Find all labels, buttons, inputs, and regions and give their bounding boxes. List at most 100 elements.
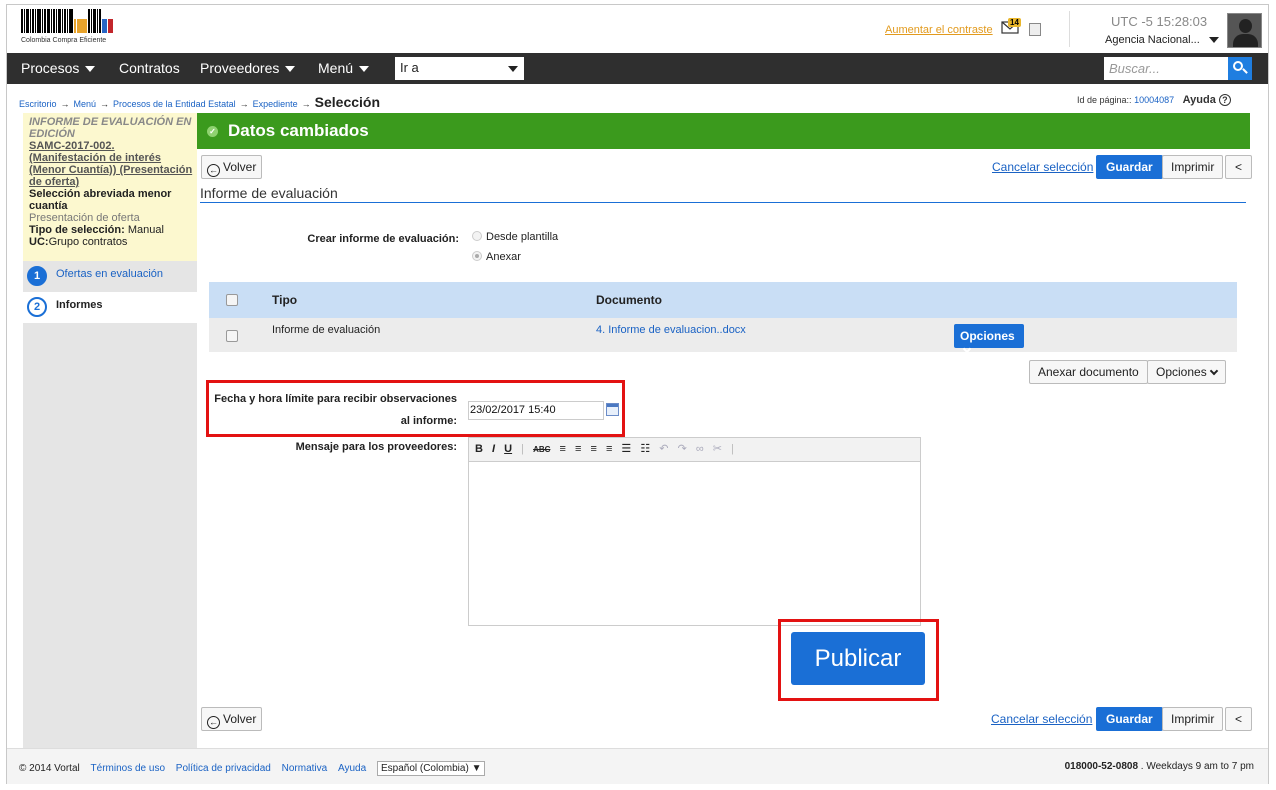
options-label: Opciones [1156, 365, 1207, 379]
options-button[interactable]: Opciones [1147, 360, 1226, 384]
support-hours: . Weekdays 9 am to 7 pm [1140, 761, 1254, 772]
selection-type-value: Manual [127, 224, 164, 236]
radio-attach[interactable]: Anexar [472, 251, 521, 263]
cancel-selection-link-bottom[interactable]: Cancelar selección [991, 712, 1092, 726]
help-icon: ? [1218, 94, 1231, 106]
bullet-list-icon[interactable]: ☰ [621, 442, 631, 455]
document-link[interactable]: 4. Informe de evaluacion..docx [596, 324, 746, 336]
print-button[interactable]: Imprimir [1162, 155, 1224, 179]
undo-icon[interactable]: ↶ [659, 442, 668, 455]
clock-time: 15:28:03 [1156, 14, 1208, 29]
footer-link-help[interactable]: Ayuda [338, 763, 366, 774]
radio-icon [472, 251, 482, 261]
row-options-button[interactable]: Opciones [954, 324, 1024, 354]
message-editor[interactable]: B I U | ABC ≡ ≡ ≡ ≡ ☰ ☷ ↶ ↷ ∞ ✂ | [468, 437, 921, 626]
cancel-selection-link[interactable]: Cancelar selección [992, 160, 1093, 174]
select-all-checkbox[interactable] [226, 294, 238, 306]
contrast-link[interactable]: Aumentar el contraste [885, 24, 993, 36]
back-button-bottom[interactable]: ← Volver [201, 707, 263, 731]
barcode-logo-icon [21, 9, 131, 33]
notes-icon[interactable] [1029, 23, 1041, 36]
deadline-label-cont: al informe: [400, 415, 457, 427]
separator: | [731, 443, 734, 455]
cell-tipo: Informe de evaluación [272, 324, 381, 336]
redo-icon[interactable]: ↷ [678, 442, 687, 455]
avatar[interactable] [1227, 13, 1262, 48]
step-ofertas[interactable]: 1 Ofertas en evaluación [23, 261, 197, 292]
language-select[interactable]: Español (Colombia) ▼ [376, 761, 486, 776]
process-link[interactable]: SAMC-2017-002. (Manifestación de interés… [29, 140, 193, 188]
link-icon[interactable]: ∞ [696, 443, 704, 455]
uc-value: Grupo contratos [48, 236, 128, 248]
align-center-icon[interactable]: ≡ [575, 443, 581, 455]
search-button[interactable] [1228, 57, 1252, 80]
table-header: Tipo Documento [209, 282, 1237, 318]
save-button-bottom[interactable]: Guardar [1096, 707, 1163, 731]
row-checkbox[interactable] [226, 330, 238, 342]
arrow-left-icon: ← [207, 164, 220, 177]
agency-name: Agencia Nacional... [1105, 34, 1200, 46]
goto-value: Ir a [400, 60, 419, 75]
logo[interactable]: Colombia Compra Eficiente [21, 9, 131, 47]
nav-contratos[interactable]: Contratos [119, 60, 180, 76]
footer-link-privacy[interactable]: Política de privacidad [176, 763, 271, 774]
help-link[interactable]: Ayuda? [1183, 94, 1231, 106]
clock: UTC -5 15:28:03 [1111, 14, 1207, 29]
top-header: Colombia Compra Eficiente Aumentar el co… [7, 5, 1268, 53]
unlink-icon[interactable]: ✂ [713, 442, 722, 455]
bold-icon[interactable]: B [475, 443, 483, 455]
deadline-date-input[interactable]: 23/02/2017 15:40 [468, 401, 604, 420]
back-button[interactable]: ← Volver [201, 155, 263, 179]
search-input[interactable]: Buscar... [1104, 57, 1228, 80]
section-title: Informe de evaluación [200, 185, 338, 201]
agency-selector[interactable]: Agencia Nacional... [1105, 34, 1219, 46]
breadcrumb-item[interactable]: Menú [74, 99, 97, 109]
italic-icon[interactable]: I [492, 443, 495, 455]
breadcrumb-current: Selección [314, 94, 381, 110]
support-phone: 018000-52-0808 [1064, 761, 1139, 772]
breadcrumb-item[interactable]: Procesos de la Entidad Estatal [113, 99, 236, 109]
page-id-label: Id de página:: [1077, 95, 1132, 105]
check-icon: ✓ [207, 126, 218, 138]
collapse-button-bottom[interactable]: < [1225, 707, 1253, 731]
align-left-icon[interactable]: ≡ [559, 443, 565, 455]
chevron-down-icon [1208, 37, 1219, 44]
column-header-tipo: Tipo [272, 293, 298, 307]
goto-select[interactable]: Ir a [395, 57, 524, 80]
uc-label: UC: [29, 236, 49, 248]
attach-document-button[interactable]: Anexar documento [1029, 360, 1148, 384]
align-justify-icon[interactable]: ≡ [606, 443, 612, 455]
underline-icon[interactable]: U [504, 443, 512, 455]
radio-template[interactable]: Desde plantilla [472, 231, 558, 243]
step-informes[interactable]: 2 Informes [23, 292, 197, 323]
chevron-down-icon [1209, 366, 1218, 376]
chevron-down-icon [359, 66, 370, 73]
chevron-down-icon [962, 344, 972, 354]
numbered-list-icon[interactable]: ☷ [640, 442, 650, 455]
nav-procesos[interactable]: Procesos [21, 60, 96, 76]
breadcrumb-item[interactable]: Expediente [253, 99, 298, 109]
table-row: Informe de evaluación 4. Informe de eval… [209, 318, 1237, 352]
nav-proveedores[interactable]: Proveedores [200, 60, 296, 76]
align-right-icon[interactable]: ≡ [590, 443, 596, 455]
chevron-down-icon [85, 66, 96, 73]
nav-menu[interactable]: Menú [318, 60, 370, 76]
strikethrough-icon[interactable]: ABC [533, 445, 550, 454]
save-button[interactable]: Guardar [1096, 155, 1163, 179]
message-label: Mensaje para los proveedores: [295, 441, 457, 453]
divider [1069, 11, 1070, 47]
main-nav: Procesos Contratos Proveedores Menú Ir a… [7, 53, 1268, 84]
print-button-bottom[interactable]: Imprimir [1162, 707, 1224, 731]
breadcrumb-item[interactable]: Escritorio [19, 99, 57, 109]
footer-link-terms[interactable]: Términos de uso [91, 763, 165, 774]
page-id: Id de página:: 10004087 Ayuda? [1077, 94, 1231, 106]
collapse-button[interactable]: < [1225, 155, 1253, 179]
nav-label: Menú [318, 60, 354, 76]
calendar-icon[interactable] [606, 403, 619, 416]
publish-button[interactable]: Publicar [791, 632, 925, 685]
column-header-documento: Documento [596, 293, 662, 307]
section-divider [200, 202, 1246, 203]
chevron-down-icon [508, 66, 518, 72]
support-info: 018000-52-0808 . Weekdays 9 am to 7 pm [1065, 761, 1254, 772]
footer-link-normativa[interactable]: Normativa [282, 763, 328, 774]
